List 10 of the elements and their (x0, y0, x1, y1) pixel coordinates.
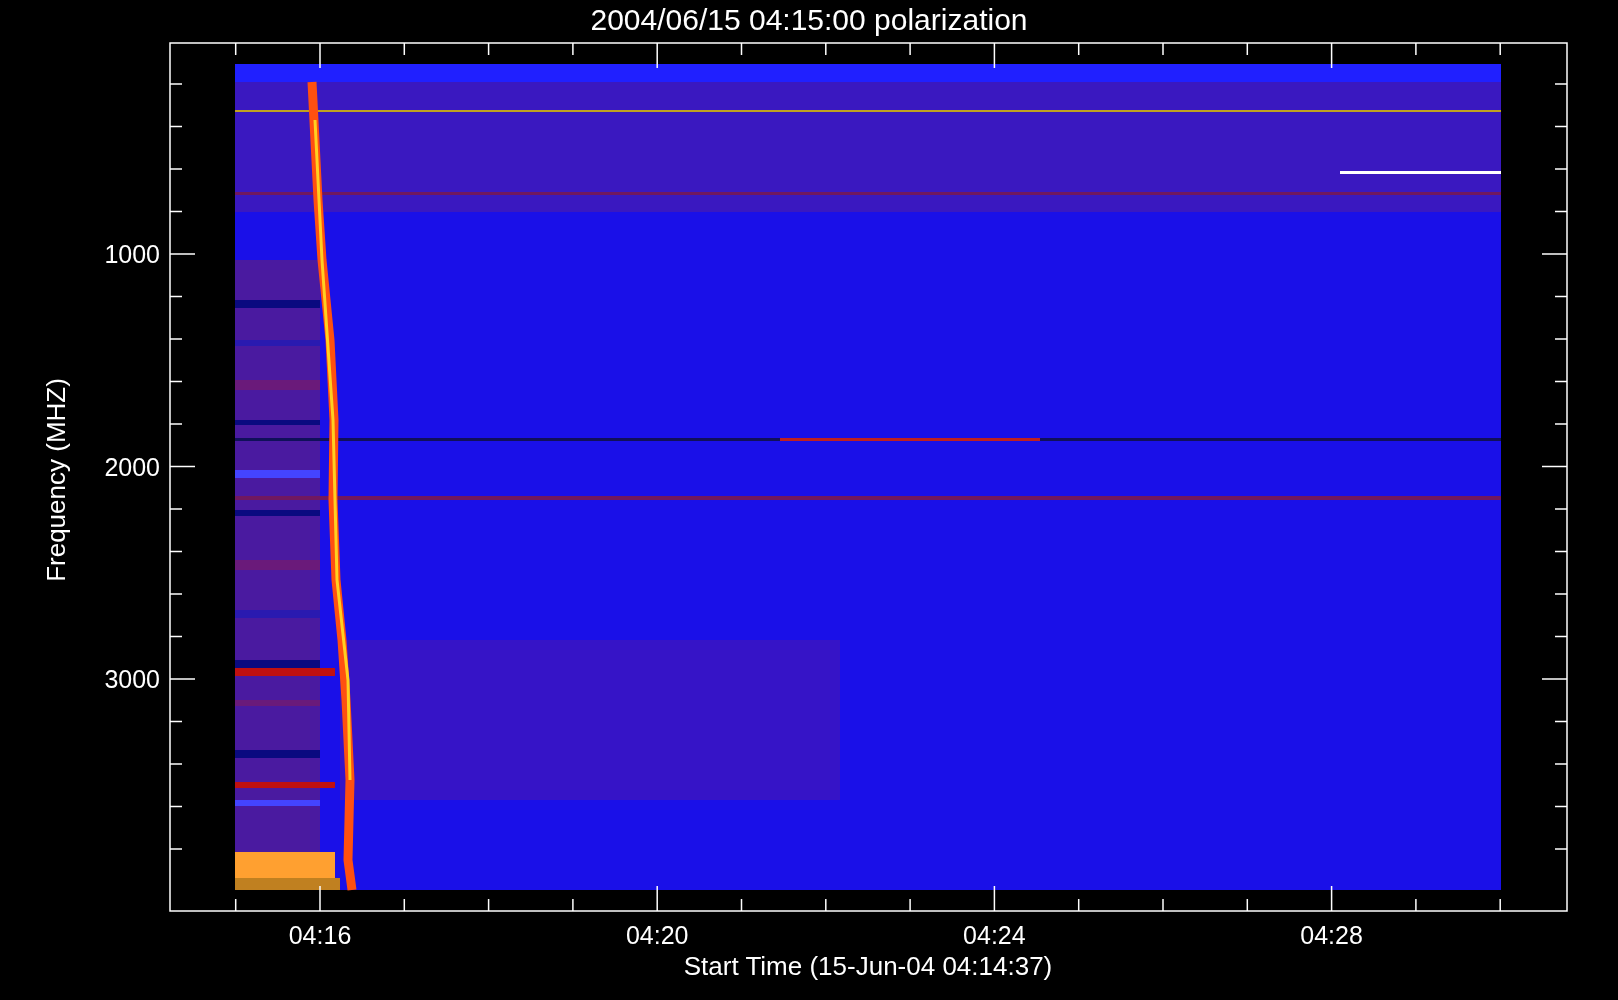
y-tick-label: 3000 (104, 665, 160, 693)
y-axis-label: Frequency (MHZ) (41, 378, 71, 582)
x-tick-label: 04:20 (625, 921, 689, 949)
x-tick-label: 04:16 (288, 921, 352, 949)
x-tick-label: 04:28 (1300, 921, 1363, 949)
y-tick-label: 2000 (104, 452, 160, 481)
chart-title: 2004/06/15 04:15:00 polarization (590, 3, 1028, 36)
x-tick-label: 04:24 (963, 921, 1026, 949)
x-axis-label: Start Time (15-Jun-04 04:14:37) (683, 951, 1053, 981)
y-tick-label: 1000 (104, 240, 160, 268)
